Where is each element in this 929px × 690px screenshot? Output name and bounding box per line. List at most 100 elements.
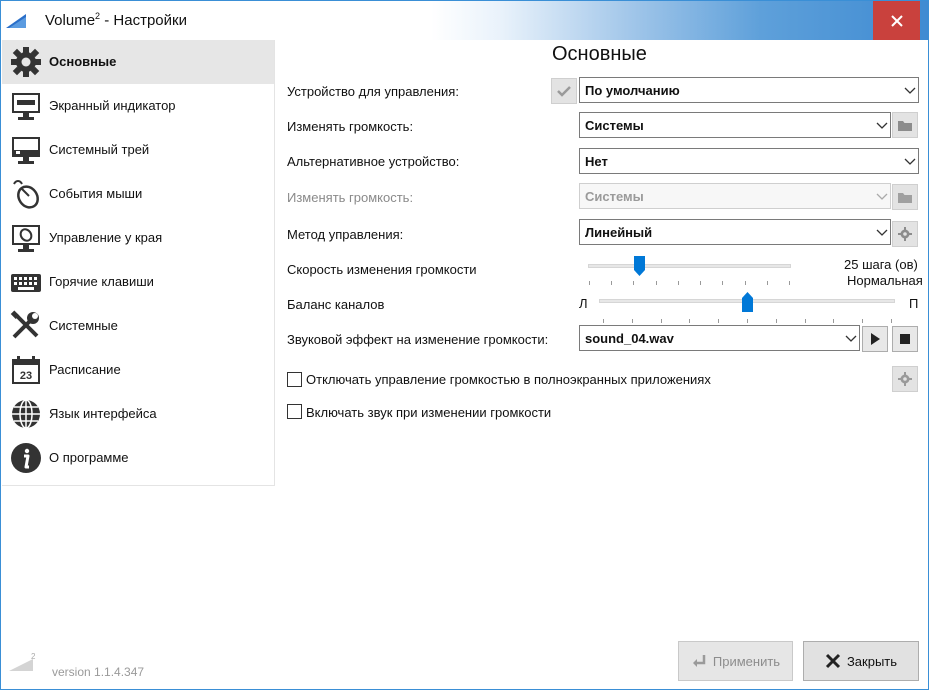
fullscreen-settings-button[interactable] bbox=[892, 366, 918, 392]
slider-tick bbox=[689, 319, 691, 323]
stop-sound-button[interactable] bbox=[892, 326, 918, 352]
volume-app-icon bbox=[6, 14, 26, 28]
sidebar-item-general[interactable]: Основные bbox=[2, 40, 274, 84]
slider-tick bbox=[766, 281, 768, 285]
device-select[interactable]: По умолчанию bbox=[579, 77, 919, 103]
sidebar-item-label: Основные bbox=[49, 54, 117, 69]
sidebar-item-mouse[interactable]: События мыши bbox=[2, 172, 274, 216]
folder-icon bbox=[898, 120, 912, 131]
sidebar-item-label: Горячие клавиши bbox=[49, 274, 154, 289]
slider-tick bbox=[891, 319, 892, 323]
apply-button[interactable]: Применить bbox=[678, 641, 793, 681]
sidebar-item-system[interactable]: Системные bbox=[2, 304, 274, 348]
gear-icon bbox=[898, 227, 912, 241]
speed-slider-thumb[interactable] bbox=[633, 256, 645, 276]
chevron-down-icon bbox=[904, 158, 916, 165]
sidebar-item-label: Системный трей bbox=[49, 142, 150, 157]
play-icon bbox=[871, 333, 880, 345]
title-bar[interactable]: Volume2 - Настройки bbox=[1, 1, 928, 40]
window-title: Volume2 - Настройки bbox=[45, 11, 187, 29]
slider-tick bbox=[633, 281, 635, 285]
slider-tick bbox=[744, 281, 746, 285]
alt-volume-browse-button[interactable] bbox=[892, 184, 918, 210]
slider-tick bbox=[747, 319, 748, 323]
slider-tick bbox=[603, 319, 604, 323]
slider-tick bbox=[804, 319, 806, 323]
info-icon bbox=[11, 443, 41, 473]
slider-tick bbox=[589, 281, 590, 285]
slider-tick bbox=[655, 281, 657, 285]
play-sound-button[interactable] bbox=[862, 326, 888, 352]
sidebar-item-about[interactable]: О программе bbox=[2, 436, 274, 480]
close-icon bbox=[825, 653, 841, 669]
calendar-icon: 23 bbox=[12, 356, 40, 384]
stop-icon bbox=[900, 334, 910, 344]
device-label: Устройство для управления: bbox=[287, 84, 459, 99]
balance-left-label: Л bbox=[579, 296, 588, 311]
slider-tick bbox=[862, 319, 864, 323]
chevron-down-icon bbox=[876, 122, 888, 129]
chevron-down-icon bbox=[904, 87, 916, 94]
slider-tick bbox=[722, 281, 724, 285]
fullscreen-checkbox[interactable] bbox=[287, 372, 302, 387]
sound-select[interactable]: sound_04.wav bbox=[579, 325, 860, 351]
speed-slider-track[interactable] bbox=[588, 264, 791, 268]
volume-select[interactable]: Системы bbox=[579, 112, 891, 138]
screen-edge-icon bbox=[12, 225, 40, 252]
slider-tick bbox=[775, 319, 777, 323]
sidebar-item-label: Системные bbox=[49, 318, 118, 333]
sidebar-item-label: События мыши bbox=[49, 186, 143, 201]
sidebar-item-osd[interactable]: Экранный индикатор bbox=[2, 84, 274, 128]
alt-device-label: Альтернативное устройство: bbox=[287, 154, 460, 169]
sidebar-item-label: О программе bbox=[49, 450, 129, 465]
speed-value-text: 25 шага (ов) bbox=[844, 257, 918, 272]
play-sound-checkbox[interactable] bbox=[287, 404, 302, 419]
monitor-icon bbox=[12, 93, 40, 120]
gear-icon bbox=[11, 47, 41, 77]
enter-arrow-icon bbox=[692, 655, 706, 667]
sidebar-item-label: Управление у края bbox=[49, 230, 163, 245]
keyboard-icon bbox=[11, 274, 41, 292]
sidebar-item-language[interactable]: Язык интерфейса bbox=[2, 392, 274, 436]
alt-device-select[interactable]: Нет bbox=[579, 148, 919, 174]
slider-tick bbox=[660, 319, 662, 323]
volume-browse-button[interactable] bbox=[892, 112, 918, 138]
method-label: Метод управления: bbox=[287, 227, 404, 242]
globe-icon bbox=[12, 399, 40, 429]
alt-volume-select[interactable]: Системы bbox=[579, 183, 891, 209]
slider-tick bbox=[789, 281, 790, 285]
method-settings-button[interactable] bbox=[892, 221, 918, 247]
method-select[interactable]: Линейный bbox=[579, 219, 891, 245]
sidebar-item-screen-edge[interactable]: Управление у края bbox=[2, 216, 274, 260]
tray-icon bbox=[12, 137, 40, 164]
mouse-icon bbox=[13, 180, 39, 209]
check-icon bbox=[557, 86, 571, 97]
sidebar-item-label: Расписание bbox=[49, 362, 121, 377]
sidebar-item-schedule[interactable]: 23 Расписание bbox=[2, 348, 274, 392]
slider-tick bbox=[611, 281, 613, 285]
slider-tick bbox=[631, 319, 633, 323]
chevron-down-icon bbox=[876, 193, 888, 200]
sidebar: Основные Экранный индикатор Системный тр… bbox=[2, 40, 275, 486]
svg-text:2: 2 bbox=[31, 652, 36, 661]
apply-button-label: Применить bbox=[712, 653, 781, 669]
tools-icon bbox=[10, 310, 39, 339]
gear-icon bbox=[898, 372, 912, 386]
settings-window: Volume2 - Настройки Основные Экранный ин… bbox=[0, 0, 929, 690]
slider-tick bbox=[677, 281, 679, 285]
device-confirm-button[interactable] bbox=[551, 78, 577, 104]
close-button[interactable]: Закрыть bbox=[803, 641, 919, 681]
slider-tick bbox=[718, 319, 720, 323]
svg-text:23: 23 bbox=[20, 370, 32, 382]
window-close-button[interactable] bbox=[873, 1, 920, 40]
page-title: Основные bbox=[552, 43, 647, 65]
sidebar-item-tray[interactable]: Системный трей bbox=[2, 128, 274, 172]
speed-label: Скорость изменения громкости bbox=[287, 262, 477, 277]
balance-label: Баланс каналов bbox=[287, 297, 385, 312]
alt-volume-label: Изменять громкость: bbox=[287, 190, 414, 205]
play-sound-checkbox-label: Включать звук при изменении громкости bbox=[306, 405, 552, 420]
balance-slider-thumb[interactable] bbox=[742, 292, 753, 312]
close-icon bbox=[890, 14, 903, 27]
balance-right-label: П bbox=[909, 296, 919, 311]
sidebar-item-hotkeys[interactable]: Горячие клавиши bbox=[2, 260, 274, 304]
